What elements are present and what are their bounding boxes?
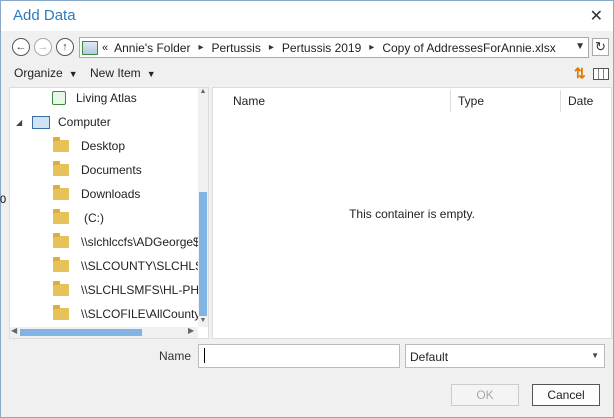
- breadcrumb-item[interactable]: Annie's Folder: [114, 41, 190, 55]
- tree-item-network-share[interactable]: \\SLCOFILE\AllCountyS: [10, 302, 198, 326]
- tree-item-network-share[interactable]: \\slchlccfs\ADGeorge$: [10, 230, 198, 254]
- tree-item-label: Downloads: [81, 187, 141, 201]
- column-divider[interactable]: [560, 90, 561, 112]
- organize-label: Organize: [14, 66, 63, 80]
- folder-icon: [53, 281, 69, 296]
- chevron-down-icon: ▼: [591, 351, 599, 360]
- forward-icon[interactable]: →: [34, 38, 52, 56]
- tree-item-network-share[interactable]: \\SLCOUNTY\SLCHLSH: [10, 254, 198, 278]
- up-icon[interactable]: ↑: [56, 38, 74, 56]
- breadcrumb: « Annie's Folder ▸ Pertussis ▸ Pertussis…: [102, 41, 556, 55]
- column-header-date[interactable]: Date: [568, 94, 593, 108]
- tree-item-label: Computer: [58, 115, 111, 129]
- navigation-tree: Living Atlas ◢ Computer Desktop Document…: [9, 87, 209, 339]
- close-icon[interactable]: ✕: [590, 6, 603, 26]
- sort-icon[interactable]: ⇅: [574, 65, 586, 82]
- organize-menu[interactable]: Organize ▼: [14, 66, 78, 80]
- filter-value: Default: [410, 350, 449, 364]
- breadcrumb-item[interactable]: Pertussis: [212, 41, 261, 55]
- tree-item-living-atlas[interactable]: Living Atlas: [10, 88, 198, 110]
- name-input[interactable]: [198, 344, 400, 368]
- folder-icon: [53, 257, 69, 272]
- living-atlas-icon: [52, 91, 66, 105]
- folder-icon: [53, 233, 69, 248]
- title-bar: Add Data ✕: [1, 1, 613, 31]
- tree-item-c-drive[interactable]: (C:): [10, 206, 198, 230]
- filter-dropdown[interactable]: Default ▼: [405, 344, 605, 368]
- path-bar[interactable]: « Annie's Folder ▸ Pertussis ▸ Pertussis…: [79, 37, 589, 58]
- chevron-down-icon: ▼: [146, 69, 156, 79]
- scroll-left-icon[interactable]: ◀: [11, 326, 17, 335]
- tree-item-label: \\slchlccfs\ADGeorge$: [81, 235, 198, 249]
- background-window-text: 0: [0, 194, 7, 206]
- chevron-right-icon[interactable]: ▸: [198, 42, 203, 53]
- tree-item-label: \\SLCHLSMFS\HL-PHI$: [81, 283, 198, 297]
- computer-icon: [32, 115, 50, 129]
- ok-button[interactable]: OK: [451, 384, 519, 406]
- empty-message: This container is empty.: [349, 207, 475, 221]
- text-cursor: [204, 348, 205, 363]
- tree-item-label: \\SLCOFILE\AllCountyS: [81, 307, 198, 321]
- scroll-up-icon[interactable]: ▲: [199, 88, 207, 95]
- toolbar: Organize ▼ New Item ▼ ⇅: [1, 63, 613, 85]
- tree-item-label: Desktop: [81, 139, 126, 153]
- column-header-name[interactable]: Name: [233, 94, 265, 108]
- tree-item-label: \\SLCOUNTY\SLCHLSH: [81, 259, 198, 273]
- chevron-right-icon[interactable]: ▸: [269, 42, 274, 53]
- tree-item-desktop[interactable]: Desktop: [10, 134, 198, 158]
- cancel-button[interactable]: Cancel: [532, 384, 600, 406]
- folder-icon: [53, 161, 69, 176]
- column-header-type[interactable]: Type: [458, 94, 484, 108]
- scroll-down-icon[interactable]: ▼: [199, 317, 207, 324]
- vertical-scroll-thumb[interactable]: [199, 192, 207, 316]
- navigation-bar: ← → ↑ « Annie's Folder ▸ Pertussis ▸ Per…: [1, 35, 613, 59]
- folder-icon: [53, 137, 69, 152]
- new-item-menu[interactable]: New Item ▼: [90, 66, 156, 80]
- dialog-title: Add Data: [13, 7, 76, 24]
- tree-item-computer[interactable]: ◢ Computer: [10, 110, 198, 134]
- scroll-right-icon[interactable]: ▶: [188, 326, 194, 335]
- location-icon: [82, 40, 98, 55]
- new-item-label: New Item: [90, 66, 141, 80]
- expander-icon[interactable]: ◢: [16, 118, 26, 127]
- view-options-icon[interactable]: [593, 68, 609, 80]
- tree-item-documents[interactable]: Documents: [10, 158, 198, 182]
- tree-item-network-share[interactable]: \\SLCHLSMFS\HL-PHI$: [10, 278, 198, 302]
- tree-item-label: (C:): [84, 211, 104, 225]
- path-dropdown-icon[interactable]: ▼: [575, 41, 585, 52]
- folder-icon: [53, 209, 69, 224]
- add-data-dialog: Add Data ✕ ← → ↑ « Annie's Folder ▸ Pert…: [0, 0, 614, 418]
- chevron-down-icon: ▼: [68, 69, 78, 79]
- name-label: Name: [159, 349, 192, 363]
- tree-item-label: Documents: [81, 163, 142, 177]
- folder-icon: [53, 305, 69, 320]
- tree-item-label: Living Atlas: [76, 91, 137, 105]
- column-divider[interactable]: [450, 90, 451, 112]
- folder-icon: [53, 185, 69, 200]
- chevron-right-icon[interactable]: ▸: [369, 42, 374, 53]
- breadcrumb-item[interactable]: Pertussis 2019: [282, 41, 361, 55]
- content-pane: Name Type Date This container is empty.: [212, 87, 612, 339]
- back-icon[interactable]: ←: [12, 38, 30, 56]
- breadcrumb-item[interactable]: Copy of AddressesForAnnie.xlsx: [382, 41, 555, 55]
- horizontal-scroll-thumb[interactable]: [20, 329, 142, 336]
- breadcrumb-overflow[interactable]: «: [102, 42, 108, 54]
- tree-item-downloads[interactable]: Downloads: [10, 182, 198, 206]
- refresh-icon[interactable]: ↻: [592, 38, 609, 56]
